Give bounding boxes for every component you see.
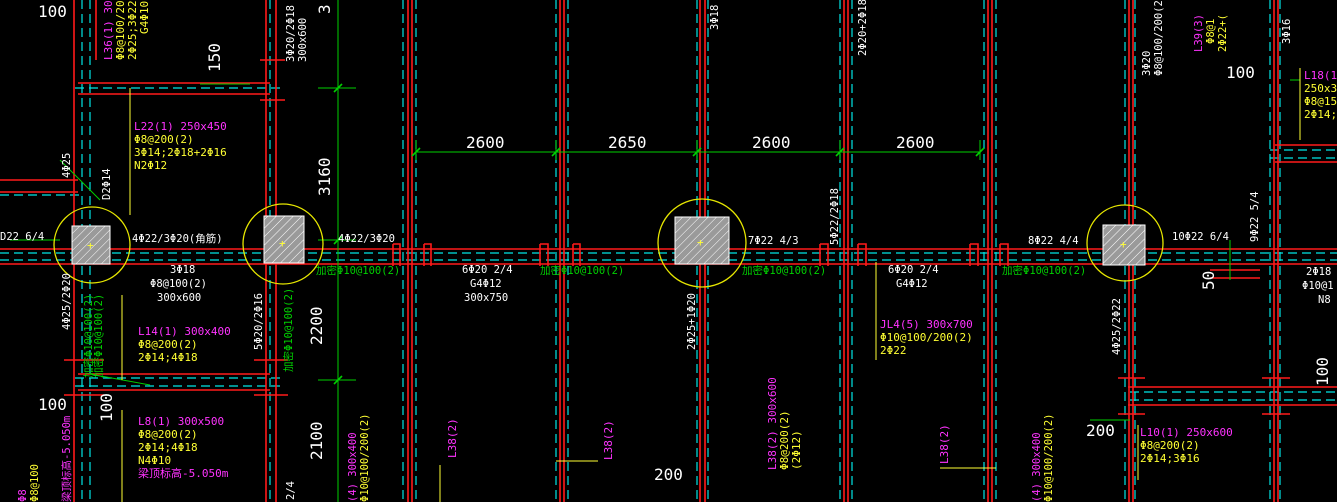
dim-50: 50 [1199,271,1218,290]
beam-l38-a: L38(2) [446,418,459,458]
annotation-text: Φ8@100/200(2) [1153,0,1165,76]
annotation-text: 加密Φ10@100(2) [282,288,295,372]
cad-drawing-canvas[interactable]: + + + + 2600 2650 2600 2600 3160 2200 21… [0,0,1337,502]
annotation-text: 3Φ18 [170,264,195,276]
dim-100-b: 100 [38,395,67,414]
dim-200-b: 200 [1086,421,1115,440]
annotation-text: Φ8@200(2) [1140,439,1200,452]
dim-100-r1: 100 [1226,63,1255,82]
annotation-text: L14(1) 300x400 [138,325,231,338]
dim-2600-a: 2600 [466,133,505,152]
annotation-text: 3Φ14;2Φ18+2Φ16 [134,146,227,159]
annotation-text: 梁顶标高-5.050m [138,466,229,480]
dim-3160: 3160 [315,157,334,196]
annotation-text: + [279,237,286,250]
annotation-text: G4Φ12 [896,278,928,290]
annotation-text: 4Φ22/3Φ20 [338,233,395,245]
annotation-text: + [1120,238,1127,251]
annotation-text: 8Φ22 4/4 [1028,235,1079,247]
dim-2200: 2200 [307,306,326,345]
annotation-text: (2Φ12) [790,430,803,470]
beam-l22-title: L22(1) 250x450 [134,120,227,133]
annotation-text: Φ10@100/200(2) [359,413,371,502]
dim-100-r2: 100 [1313,357,1332,386]
annotation-text: L39(3) [1193,14,1205,52]
annotation-text: 2Φ14;3Φ16 [1140,452,1200,465]
annotation-text: G4Φ10 [138,1,151,34]
annotation-text: 4Φ22/3Φ20(角筋) [132,232,223,245]
annotation-text: 9Φ22 5/4 [1249,191,1261,242]
annotation-text: 300x750 [464,292,508,304]
annotation-text: Φ8@100 [29,464,41,502]
annotation-text: 2Φ14;2 [1304,108,1337,121]
annotation-text: Φ8@100(2) [150,278,207,290]
annotation-text: 10Φ22 6/4 [1172,231,1229,243]
dim-2650: 2650 [608,133,647,152]
annotation-text: 4Φ25/2Φ22 [1111,298,1123,355]
annotation-text: + [87,239,94,252]
annotation-text: Φ10@100/200(2) [880,331,973,344]
annotation-text: 2Φ25+1Φ20 [686,293,698,350]
dim-150: 150 [205,43,224,72]
annotation-text: 5Φ22/2Φ18 [829,188,841,245]
annotation-text: 6Φ20 2/4 [462,264,513,276]
annotation-text: 5Φ20/2Φ16 [253,293,265,350]
dim-100-c: 100 [97,393,116,422]
annotation-text: 2/4 [285,481,297,500]
dim-100-a: 100 [38,2,67,21]
annotation-text: 2Φ18 [1306,266,1331,278]
annotation-text: 2Φ14;4Φ18 [138,351,198,364]
annotation-text: 300x600 [157,292,201,304]
annotation-text: 加密Φ10@100(2) [540,264,624,277]
annotation-text: Φ10@100/200(2) [1043,413,1055,502]
annotation-text: 梁顶标高-5.050m [60,416,73,502]
annotation-text: Φ8@200(2) [138,428,198,441]
annotation-text: N2Φ12 [134,159,167,172]
annotation-text: N8 [1318,294,1331,306]
annotation-text: JL4(5) 300x700 [880,318,973,331]
annotation-text: Φ8 [17,489,29,502]
annotation-text: D2Φ14 [101,168,113,200]
annotation-text: N4Φ10 [138,454,171,467]
annotation-text: 7Φ22 4/3 [748,235,799,247]
annotation-text: D22 6/4 [0,231,44,243]
annotation-text: 2Φ20+2Φ18 [857,0,869,56]
annotation-text: + [697,236,704,249]
annotation-text: 加密Φ10@100(2) [742,264,826,277]
dim-3: 3 [315,4,334,14]
annotation-text: L8(1) 300x500 [138,415,224,428]
dim-2600-c: 2600 [896,133,935,152]
annotation-text: 300x600 [297,18,309,62]
annotation-text: 3Φ20/2Φ18 [285,5,297,62]
annotation-text: Φ8@200(2) [138,338,198,351]
annotation-text: 4Φ25 [61,153,73,178]
annotation-text: 250x3 [1304,82,1337,95]
annotation-text: G4Φ12 [470,278,502,290]
annotation-text: L10(1) 250x600 [1140,426,1233,439]
annotation-text: 2Φ22 [880,344,907,357]
dim-2600-b: 2600 [752,133,791,152]
annotation-text: 加密Φ10@100(2) [316,264,400,277]
annotation-text: 3Φ16 [1281,19,1293,44]
annotation-text: L18(1) [1304,69,1337,82]
annotation-text: Φ10@1 [1302,280,1334,292]
annotation-text: 6Φ20 2/4 [888,264,939,276]
dim-200-a: 200 [654,465,683,484]
annotation-text: 加密Φ10@100(2) [82,294,95,378]
dim-2100: 2100 [307,421,326,460]
annotation-text: 3Φ18 [709,5,721,30]
annotation-text: 3Φ20 [1141,51,1153,76]
beam-l18[interactable]: L18(1) 250x3 Φ8@15 2Φ14;2 [1304,69,1337,121]
annotation-text: (4) 300x400 [347,432,359,502]
annotation-text: (4) 300x400 [1031,432,1043,502]
annotation-text: 2Φ22+( [1217,14,1229,52]
beam-l38-c: L38(2) [938,424,951,464]
annotation-text: Φ8@1 [1205,19,1217,44]
annotation-text: 2Φ14;4Φ18 [138,441,198,454]
annotation-text: 4Φ25/2Φ20 [61,273,73,330]
annotation-text: 加密Φ10@100(2) [1002,264,1086,277]
annotation-text: Φ8@15 [1304,95,1337,108]
beam-l38-b: L38(2) [602,420,615,460]
annotation-text: Φ8@200(2) [134,133,194,146]
